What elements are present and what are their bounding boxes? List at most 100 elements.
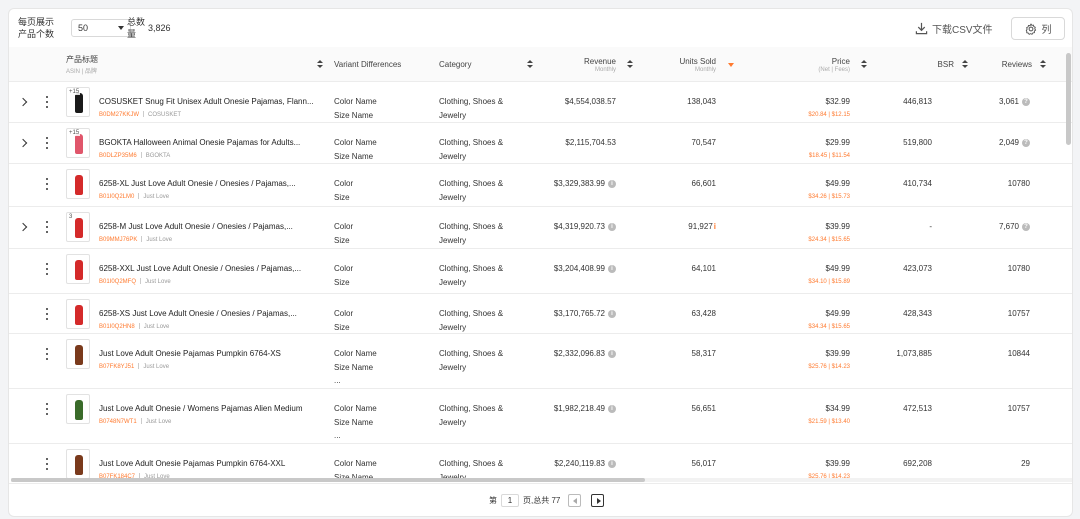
help-icon[interactable]: ? <box>1022 138 1030 147</box>
asin-link[interactable]: B01I0Q2MFQ <box>99 279 136 285</box>
sort-icon[interactable] <box>627 60 633 69</box>
category-line: Jewelry <box>439 235 467 245</box>
asin-link[interactable]: B07FK8YJ51 <box>99 364 134 370</box>
asin-link[interactable]: B09MMJ76PK <box>99 237 137 243</box>
product-thumbnail[interactable] <box>66 299 90 329</box>
product-thumbnail[interactable] <box>66 394 90 424</box>
row-menu-icon[interactable] <box>45 221 49 233</box>
category-line: Clothing, Shoes & <box>439 264 504 273</box>
columns-label: 列 <box>1041 25 1052 36</box>
product-title-link[interactable]: COSUSKET Snug Fit Unisex Adult Onesie Pa… <box>99 97 325 106</box>
product-title-link[interactable]: Just Love Adult Onesie / Womens Pajamas … <box>99 404 325 413</box>
sort-icon[interactable] <box>861 60 867 69</box>
prev-page-button[interactable] <box>568 493 582 507</box>
category-line: Jewelry <box>439 322 467 332</box>
per-page-select[interactable]: 50 <box>71 19 131 37</box>
row-menu-icon[interactable] <box>45 403 49 415</box>
help-icon[interactable]: ? <box>1022 222 1030 231</box>
header-bsr[interactable]: BSR <box>938 47 954 82</box>
product-title-link[interactable]: 6258-XXL Just Love Adult Onesie / Onesie… <box>99 264 325 273</box>
product-image-figure <box>75 175 83 195</box>
table-row[interactable]: 6258-XL Just Love Adult Onesie / Onesies… <box>9 164 1072 207</box>
total-count-value: 3,826 <box>148 23 171 33</box>
product-table-card: 每页展示产品个数 50 总数量 3,826 下载CSV文件 列 产品标题 ASI… <box>8 8 1073 517</box>
table-row[interactable]: Just Love Adult Onesie / Womens Pajamas … <box>9 389 1072 444</box>
asin-link[interactable]: B01I0Q2LM0 <box>99 194 134 200</box>
header-price[interactable]: Price (Net | Fees) <box>818 47 850 82</box>
expand-row-icon[interactable] <box>19 139 27 147</box>
product-title-link[interactable]: 6258-XS Just Love Adult Onesie / Onesies… <box>99 309 325 318</box>
info-icon[interactable]: i <box>608 179 616 188</box>
sort-desc-active-icon[interactable] <box>728 63 734 67</box>
warning-icon[interactable]: i <box>714 222 716 231</box>
header-product-title[interactable]: 产品标题 ASIN | 品牌 <box>66 47 98 82</box>
asin-link[interactable]: B01I0Q2HN8 <box>99 324 135 330</box>
asin-link[interactable]: B0748N7WT1 <box>99 419 137 425</box>
info-icon[interactable]: i <box>608 309 616 318</box>
product-thumbnail[interactable]: +15 <box>66 87 90 117</box>
row-menu-icon[interactable] <box>45 178 49 190</box>
product-thumbnail[interactable] <box>66 169 90 199</box>
product-title-link[interactable]: BGOKTA Halloween Animal Onesie Pajamas f… <box>99 138 325 147</box>
row-menu-icon[interactable] <box>45 348 49 360</box>
info-icon[interactable]: i <box>608 459 616 468</box>
row-menu-icon[interactable] <box>45 96 49 108</box>
price-fees: $18.45 | $11.54 <box>808 153 850 159</box>
header-category[interactable]: Category <box>439 47 471 82</box>
sort-icon[interactable] <box>962 60 968 69</box>
reviews-value: 7,670 <box>998 222 1019 231</box>
horizontal-scroll-thumb[interactable] <box>11 478 645 482</box>
product-image-figure <box>75 305 83 325</box>
variant-differences: Color Name Size Name <box>334 95 377 122</box>
table-row[interactable]: 6258-XS Just Love Adult Onesie / Onesies… <box>9 294 1072 334</box>
product-title-link[interactable]: Just Love Adult Onesie Pajamas Pumpkin 6… <box>99 349 325 358</box>
table-row[interactable]: +15 COSUSKET Snug Fit Unisex Adult Onesi… <box>9 82 1072 123</box>
expand-row-icon[interactable] <box>19 223 27 231</box>
row-menu-icon[interactable] <box>45 137 49 149</box>
product-thumbnail[interactable]: 3 <box>66 212 90 242</box>
asin-link[interactable]: B0DLZP35M6 <box>99 153 137 159</box>
info-icon[interactable]: i <box>608 404 616 413</box>
download-csv-button[interactable]: 下载CSV文件 <box>915 18 993 38</box>
variant-more[interactable]: ... <box>334 429 377 443</box>
variant-more[interactable]: ... <box>334 374 377 388</box>
product-title-link[interactable]: 6258-M Just Love Adult Onesie / Onesies … <box>99 222 325 231</box>
table-row[interactable]: 3 6258-M Just Love Adult Onesie / Onesie… <box>9 207 1072 249</box>
info-icon[interactable]: i <box>608 264 616 273</box>
expand-row-icon[interactable] <box>19 98 27 106</box>
reviews-value: 2,049 <box>998 138 1019 147</box>
brand-name: Just Love <box>145 419 172 425</box>
info-icon[interactable]: i <box>608 222 616 231</box>
sort-icon[interactable] <box>527 60 533 69</box>
table-row[interactable]: 6258-XXL Just Love Adult Onesie / Onesie… <box>9 249 1072 294</box>
product-title-link[interactable]: Just Love Adult Onesie Pajamas Pumpkin 6… <box>99 459 325 468</box>
product-thumbnail[interactable] <box>66 339 90 369</box>
product-thumbnail[interactable]: +15 <box>66 128 90 158</box>
vertical-scroll-thumb[interactable] <box>1066 53 1071 145</box>
table-row[interactable]: +15 BGOKTA Halloween Animal Onesie Pajam… <box>9 123 1072 164</box>
sort-icon[interactable] <box>1040 60 1046 69</box>
table-row[interactable]: Just Love Adult Onesie Pajamas Pumpkin 6… <box>9 334 1072 389</box>
product-thumbnail[interactable] <box>66 449 90 479</box>
category-line: Clothing, Shoes & <box>439 349 504 358</box>
row-menu-icon[interactable] <box>45 308 49 320</box>
next-page-button[interactable] <box>591 493 605 507</box>
vertical-scrollbar[interactable] <box>1066 47 1071 477</box>
info-icon[interactable]: i <box>608 349 616 358</box>
product-title-link[interactable]: 6258-XL Just Love Adult Onesie / Onesies… <box>99 179 325 188</box>
header-units-sold[interactable]: Units Sold Monthly <box>680 47 716 82</box>
sort-icon[interactable] <box>317 60 323 69</box>
horizontal-scrollbar[interactable] <box>11 478 1072 482</box>
revenue-value: $2,240,119.83 <box>554 459 605 468</box>
page-input[interactable]: 1 <box>501 493 519 507</box>
columns-button[interactable]: 列 <box>1011 17 1065 40</box>
variant-line: Color Name <box>334 349 377 358</box>
reviews-value: 10844 <box>1007 349 1030 358</box>
header-revenue[interactable]: Revenue Monthly <box>584 47 616 82</box>
header-reviews[interactable]: Reviews <box>1002 47 1032 82</box>
help-icon[interactable]: ? <box>1022 97 1030 106</box>
product-thumbnail[interactable] <box>66 254 90 284</box>
row-menu-icon[interactable] <box>45 263 49 275</box>
row-menu-icon[interactable] <box>45 458 49 470</box>
asin-link[interactable]: B0DM27KKJW <box>99 112 139 118</box>
